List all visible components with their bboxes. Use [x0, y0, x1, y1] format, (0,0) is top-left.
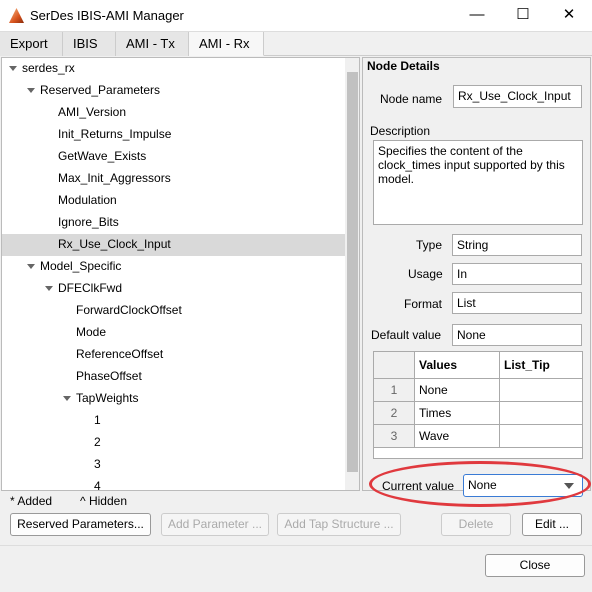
tree-item-label: ForwardClockOffset	[76, 303, 182, 317]
tree-item-label: Rx_Use_Clock_Input	[58, 237, 171, 251]
tree-item-label: ReferenceOffset	[76, 347, 164, 361]
row-number: 1	[374, 379, 415, 402]
scrollbar-thumb[interactable]	[347, 72, 358, 472]
close-button[interactable]: Close	[485, 554, 585, 577]
type-label: Type	[416, 238, 443, 252]
tree-item-label: 2	[94, 435, 101, 449]
tree-item[interactable]: PhaseOffset	[2, 366, 345, 388]
tab-ami-tx[interactable]: AMI - Tx	[116, 32, 189, 56]
tree-item-label: 4	[94, 479, 101, 491]
panel-header: Node Details	[367, 59, 440, 73]
tree-item-label: Max_Init_Aggressors	[58, 171, 171, 185]
format-field[interactable]: List	[452, 292, 582, 314]
reserved-parameters-button[interactable]: Reserved Parameters...	[10, 513, 151, 536]
tree-item[interactable]: Rx_Use_Clock_Input	[2, 234, 345, 256]
expand-arrow-icon[interactable]	[27, 264, 35, 269]
add-parameter-button[interactable]: Add Parameter ...	[161, 513, 269, 536]
tree-item[interactable]: AMI_Version	[2, 102, 345, 124]
table-cell-value[interactable]: Times	[415, 402, 500, 425]
default-value-label: Default value	[371, 328, 442, 342]
table-cell-list-tip[interactable]	[500, 379, 583, 402]
expand-arrow-icon[interactable]	[45, 286, 53, 291]
tree-item-label: PhaseOffset	[76, 369, 142, 383]
tree-item-label: serdes_rx	[22, 61, 75, 75]
tree-item-label: AMI_Version	[58, 105, 127, 119]
tree-item-label: Mode	[76, 325, 107, 339]
minimize-button[interactable]: —	[454, 0, 500, 32]
tree-item[interactable]: Modulation	[2, 190, 345, 212]
description-label: Description	[370, 124, 431, 138]
tree-item[interactable]: Reserved_Parameters	[2, 80, 345, 102]
tree-item[interactable]: TapWeights	[2, 388, 345, 410]
table-cell-list-tip[interactable]	[500, 402, 583, 425]
node-name-field[interactable]: Rx_Use_Clock_Input	[453, 85, 582, 108]
tree-item-label: GetWave_Exists	[58, 149, 147, 163]
added-legend: * Added	[10, 494, 53, 508]
tree-item[interactable]: Model_Specific	[2, 256, 345, 278]
tab-ibis[interactable]: IBIS	[63, 32, 116, 56]
tree-item[interactable]: ReferenceOffset	[2, 344, 345, 366]
tree-item-label: Model_Specific	[40, 259, 122, 273]
delete-button[interactable]: Delete	[441, 513, 511, 536]
tree-item[interactable]: 2	[2, 432, 345, 454]
row-number: 3	[374, 425, 415, 448]
expand-arrow-icon[interactable]	[63, 396, 71, 401]
tree-item[interactable]: GetWave_Exists	[2, 146, 345, 168]
tree-item-label: Modulation	[58, 193, 117, 207]
usage-field[interactable]: In	[452, 263, 582, 285]
maximize-button[interactable]: ☐	[500, 0, 546, 32]
add-tap-structure-button[interactable]: Add Tap Structure ...	[277, 513, 401, 536]
tree-item[interactable]: Mode	[2, 322, 345, 344]
hidden-legend: ^ Hidden	[80, 494, 127, 508]
tree-item[interactable]: serdes_rx	[2, 58, 345, 80]
usage-label: Usage	[408, 267, 443, 281]
tree-item[interactable]: Max_Init_Aggressors	[2, 168, 345, 190]
row-number: 2	[374, 402, 415, 425]
tree-item-label: TapWeights	[76, 391, 139, 405]
default-value-field[interactable]: None	[452, 324, 582, 346]
type-field[interactable]: String	[452, 234, 582, 256]
divider	[0, 545, 592, 546]
tree-item-label: Ignore_Bits	[58, 215, 119, 229]
close-window-button[interactable]: ✕	[546, 0, 592, 32]
node-details-panel: Node Details Node name Rx_Use_Clock_Inpu…	[362, 57, 591, 497]
table-cell-value[interactable]: Wave	[415, 425, 500, 448]
tree-item[interactable]: Init_Returns_Impulse	[2, 124, 345, 146]
tree-item[interactable]: 1	[2, 410, 345, 432]
tree-item[interactable]: 4	[2, 476, 345, 491]
column-header-values[interactable]: Values	[415, 352, 500, 379]
tree-item-label: Reserved_Parameters	[40, 83, 161, 97]
tab-bar: Export IBIS AMI - Tx AMI - Rx	[0, 32, 592, 56]
matlab-logo-icon	[9, 8, 24, 23]
highlight-ellipse	[369, 461, 591, 507]
tree-item-label: 1	[94, 413, 101, 427]
format-label: Format	[404, 297, 443, 311]
table-cell-value[interactable]: None	[415, 379, 500, 402]
parameter-tree[interactable]: 4 3 2 1 TapWeights PhaseOffset ReferenceOffset…	[1, 57, 360, 491]
tree-item-label: DFEClkFwd	[58, 281, 123, 295]
tab-export[interactable]: Export	[0, 32, 63, 56]
tree-item[interactable]: 3	[2, 454, 345, 476]
tab-ami-rx[interactable]: AMI - Rx	[189, 32, 264, 56]
tree-item[interactable]: ForwardClockOffset	[2, 300, 345, 322]
tree-item[interactable]: DFEClkFwd	[2, 278, 345, 300]
node-name-label: Node name	[380, 92, 443, 106]
column-header-list-tip[interactable]: List_Tip	[500, 352, 583, 379]
table-corner	[374, 352, 415, 379]
tree-item-label: Init_Returns_Impulse	[58, 127, 172, 141]
expand-arrow-icon[interactable]	[27, 88, 35, 93]
table-cell-list-tip[interactable]	[500, 425, 583, 448]
title-bar: SerDes IBIS-AMI Manager — ☐ ✕	[0, 0, 592, 32]
values-table[interactable]: Values List_Tip 1 None 2 Times 3 Wave	[373, 351, 583, 459]
tree-item[interactable]: Ignore_Bits	[2, 212, 345, 234]
window-title: SerDes IBIS-AMI Manager	[30, 8, 184, 23]
expand-arrow-icon[interactable]	[9, 66, 17, 71]
description-field[interactable]: Specifies the content of the clock_times…	[373, 140, 583, 225]
tree-item-label: 3	[94, 457, 101, 471]
edit-button[interactable]: Edit ...	[522, 513, 582, 536]
